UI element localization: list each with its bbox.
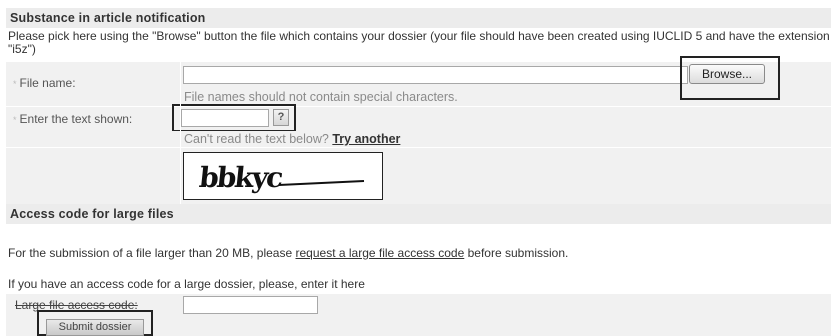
- access-code-input[interactable]: [183, 296, 318, 314]
- submit-dossier-button[interactable]: Submit dossier: [46, 319, 144, 336]
- access-section-title: Access code for large files: [6, 204, 831, 224]
- captcha-text: bbkyc: [198, 161, 284, 194]
- column-divider: [180, 62, 181, 204]
- captcha-image-row: [6, 148, 831, 204]
- access-paragraph: For the submission of a file larger than…: [8, 247, 568, 260]
- browse-button[interactable]: Browse...: [689, 64, 765, 84]
- captcha-graphic: bbkyc: [198, 161, 365, 194]
- try-another-link[interactable]: Try another: [332, 132, 400, 146]
- access-prefix: For the submission of a file larger than…: [8, 246, 293, 260]
- captcha-label-text: Enter the text shown:: [19, 112, 133, 126]
- file-name-label: * File name:: [13, 76, 76, 90]
- access-code-intro: If you have an access code for a large d…: [8, 277, 365, 291]
- captcha-prompt-text: Can't read the text below?: [184, 132, 329, 146]
- captcha-prompt: Can't read the text below? Try another: [184, 132, 400, 146]
- required-marker: *: [13, 79, 17, 89]
- captcha-label: * Enter the text shown:: [13, 112, 132, 126]
- captcha-image: bbkyc: [183, 152, 383, 200]
- file-name-label-text: File name:: [19, 76, 76, 90]
- captcha-help-button[interactable]: ?: [273, 109, 289, 126]
- captcha-prompt-row: [6, 131, 831, 147]
- captcha-input[interactable]: [181, 109, 269, 127]
- required-marker: *: [13, 115, 17, 125]
- notification-intro-text: Please pick here using the "Browse" butt…: [8, 29, 830, 56]
- file-name-hint: File names should not contain special ch…: [184, 90, 458, 104]
- access-suffix: before submission.: [467, 246, 569, 260]
- file-name-input[interactable]: [183, 66, 688, 84]
- request-access-code-link[interactable]: request a large file access code: [296, 246, 465, 260]
- notification-section-title: Substance in article notification: [6, 8, 831, 28]
